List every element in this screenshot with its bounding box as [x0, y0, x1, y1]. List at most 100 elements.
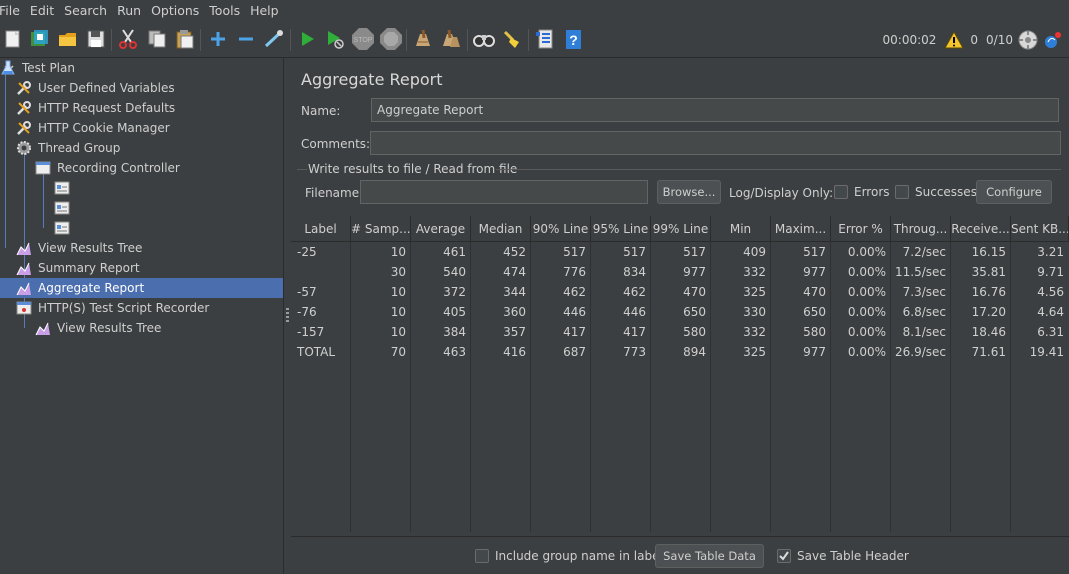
clear-all-icon[interactable]	[439, 27, 463, 51]
log-viewer-icon[interactable]	[1043, 30, 1063, 50]
tree-item[interactable]: Test Plan	[0, 58, 283, 78]
menu-edit[interactable]: Edit	[25, 0, 59, 22]
successes-checkbox[interactable]	[895, 185, 909, 199]
listener-icon	[16, 280, 32, 296]
table-cell: 35.81	[971, 265, 1006, 279]
table-row[interactable]: -57 10 372 344 462 462 470 325 470 0.00% 7.3/sec 16…	[291, 282, 1069, 302]
name-label: Name:	[301, 104, 341, 118]
collapse-icon[interactable]	[234, 27, 258, 51]
include-group-checkbox[interactable]	[475, 549, 489, 563]
column-header[interactable]: # Samp...	[351, 216, 411, 242]
expand-icon[interactable]	[206, 27, 230, 51]
table-row[interactable]: -76 10 405 360 446 446 650 330 650 0.00% 6.8/sec 17…	[291, 302, 1069, 322]
toggle-icon[interactable]	[262, 27, 286, 51]
table-row[interactable]: TOTAL 70 463 416 687 773 894 325 977 0.00% 26.9/se…	[291, 342, 1069, 362]
column-header[interactable]: Sent KB...	[1011, 216, 1069, 242]
save-table-header-label: Save Table Header	[797, 549, 909, 563]
column-header[interactable]: Receive...	[951, 216, 1011, 242]
menu-bar: File Edit Search Run Options Tools Help	[0, 0, 1069, 22]
table-cell: 360	[503, 305, 526, 319]
stop-icon[interactable]: STOP	[351, 27, 375, 51]
split-pane-divider[interactable]	[283, 58, 291, 574]
menu-tools[interactable]: Tools	[204, 0, 245, 22]
tree-item[interactable]: HTTP Cookie Manager	[0, 118, 283, 138]
name-field[interactable]: Aggregate Report	[371, 98, 1059, 122]
new-icon[interactable]	[1, 27, 25, 51]
elapsed-timer: 00:00:02	[882, 33, 937, 47]
browse-button[interactable]: Browse...	[657, 180, 721, 204]
table-cell: 10	[390, 325, 406, 339]
menu-help[interactable]: Help	[245, 0, 284, 22]
menu-search[interactable]: Search	[59, 0, 112, 22]
reset-search-icon[interactable]	[500, 27, 524, 51]
table-cell: 6.31	[1037, 325, 1064, 339]
menu-options[interactable]: Options	[146, 0, 204, 22]
column-header[interactable]: Error %	[831, 216, 891, 242]
tree-item[interactable]: View Results Tree	[0, 318, 283, 338]
column-header[interactable]: Average	[411, 216, 471, 242]
menu-run[interactable]: Run	[112, 0, 146, 22]
configure-button[interactable]: Configure	[976, 180, 1052, 204]
table-cell: 8.1/sec	[902, 325, 946, 339]
search-icon[interactable]	[472, 27, 496, 51]
column-header[interactable]: Min	[711, 216, 771, 242]
tree-item[interactable]: HTTP Request Defaults	[0, 98, 283, 118]
errors-label: Errors	[854, 185, 890, 199]
table-cell: 461	[443, 245, 466, 259]
filename-label: Filename	[305, 186, 360, 200]
tree-item[interactable]: Summary Report	[0, 258, 283, 278]
svg-text:?: ?	[569, 32, 578, 48]
menu-file[interactable]: File	[0, 0, 25, 22]
tree-item[interactable]	[0, 218, 283, 238]
tree-item[interactable]: HTTP(S) Test Script Recorder	[0, 298, 283, 318]
help-icon[interactable]: ?	[561, 27, 585, 51]
save-table-header-checkbox[interactable]	[777, 549, 791, 563]
table-cell: 10	[390, 245, 406, 259]
start-no-pauses-icon[interactable]	[323, 27, 347, 51]
tree-item-label: User Defined Variables	[38, 81, 175, 95]
filename-field[interactable]	[360, 180, 648, 204]
table-row[interactable]: -157 10 384 357 417 417 580 332 580 0.00% 8.1/sec 1…	[291, 322, 1069, 342]
save-icon[interactable]	[84, 27, 108, 51]
tree-item[interactable]: View Results Tree	[0, 238, 283, 258]
comments-field[interactable]	[370, 131, 1061, 155]
column-header[interactable]: Maxim...	[771, 216, 831, 242]
table-cell: 446	[623, 305, 646, 319]
wrench-icon	[16, 80, 32, 96]
splitter-grip-icon[interactable]	[286, 308, 289, 322]
column-header[interactable]: 95% Line	[591, 216, 651, 242]
paste-icon[interactable]	[173, 27, 197, 51]
save-table-data-button[interactable]: Save Table Data	[655, 544, 764, 568]
column-header[interactable]: Label	[291, 216, 351, 242]
shutdown-icon[interactable]	[379, 27, 403, 51]
column-header[interactable]: 90% Line	[531, 216, 591, 242]
column-header[interactable]: Median	[471, 216, 531, 242]
table-cell: 452	[503, 245, 526, 259]
warning-icon[interactable]	[944, 31, 965, 49]
wrench-icon	[16, 100, 32, 116]
tree-item[interactable]	[0, 198, 283, 218]
errors-checkbox[interactable]	[834, 185, 848, 199]
tree-item[interactable]: User Defined Variables	[0, 78, 283, 98]
tree-item[interactable]: Recording Controller	[0, 158, 283, 178]
function-helper-icon[interactable]	[533, 27, 557, 51]
table-row[interactable]: 30 540 474 776 834 977 332 977 0.00% 11.5/sec 35.8…	[291, 262, 1069, 282]
open-icon[interactable]	[56, 27, 80, 51]
cut-icon[interactable]	[116, 27, 140, 51]
table-cell: -157	[297, 325, 325, 339]
copy-icon[interactable]	[145, 27, 169, 51]
tree-item[interactable]	[0, 178, 283, 198]
remote-engines-icon[interactable]	[1017, 29, 1039, 51]
clear-icon[interactable]	[411, 27, 435, 51]
start-icon[interactable]	[295, 27, 319, 51]
table-cell: 7.3/sec	[902, 285, 946, 299]
table-cell: 9.71	[1037, 265, 1064, 279]
column-header[interactable]: 99% Line	[651, 216, 711, 242]
tree-item-label: View Results Tree	[38, 241, 143, 255]
table-row[interactable]: -25 10 461 452 517 517 517 409 517 0.00% 7.2/sec 16…	[291, 242, 1069, 262]
tree-item[interactable]: Aggregate Report	[0, 278, 283, 298]
table-cell: 18.46	[971, 325, 1006, 339]
tree-item[interactable]: Thread Group	[0, 138, 283, 158]
column-header[interactable]: Throug...	[891, 216, 951, 242]
templates-icon[interactable]	[27, 27, 51, 51]
